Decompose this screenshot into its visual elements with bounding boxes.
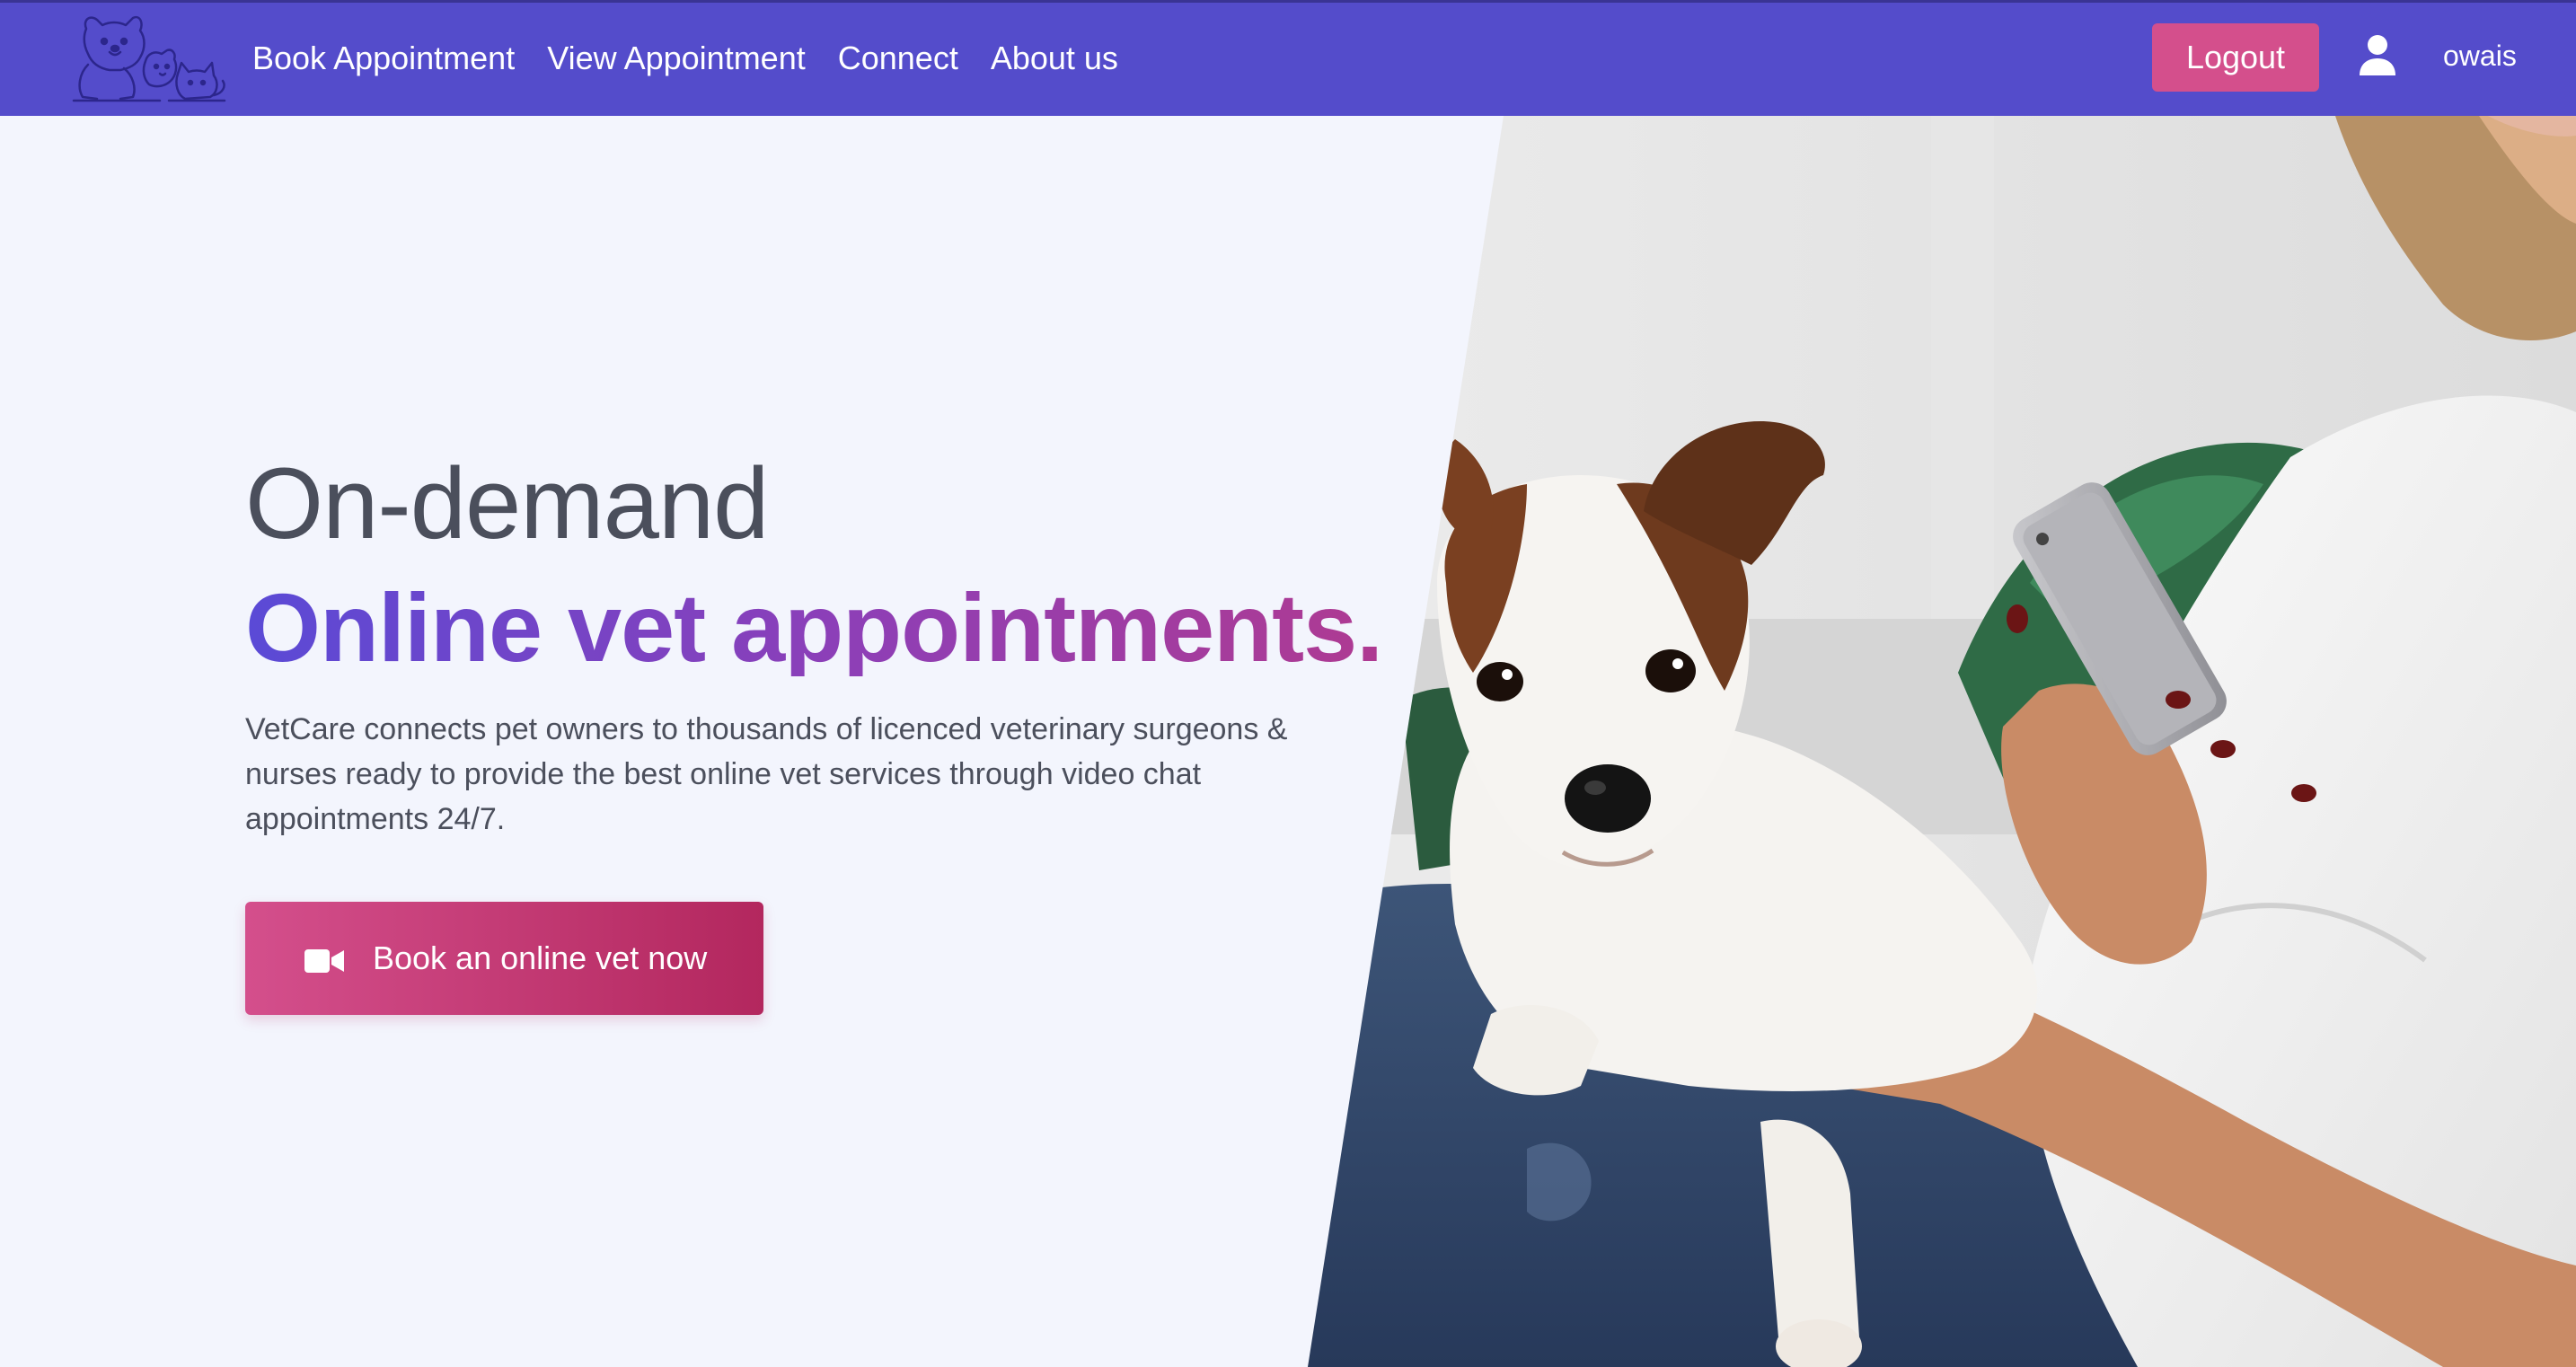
nav-about-us[interactable]: About us bbox=[991, 40, 1118, 77]
hero-text-block: On-demand Online vet appointments. VetCa… bbox=[245, 454, 1413, 842]
main-nav: Book Appointment View Appointment Connec… bbox=[252, 0, 1118, 116]
nav-connect[interactable]: Connect bbox=[838, 40, 958, 77]
top-navbar: Book Appointment View Appointment Connec… bbox=[0, 0, 2576, 116]
user-icon[interactable] bbox=[2358, 34, 2397, 77]
hero-subheading: On-demand bbox=[245, 447, 769, 560]
logout-button[interactable]: Logout bbox=[2152, 23, 2319, 92]
nav-book-appointment[interactable]: Book Appointment bbox=[252, 40, 515, 77]
book-online-vet-label: Book an online vet now bbox=[373, 939, 708, 976]
username-label: owais bbox=[2443, 40, 2517, 72]
nav-view-appointment[interactable]: View Appointment bbox=[547, 40, 806, 77]
video-camera-icon bbox=[304, 945, 344, 973]
pets-logo-icon[interactable] bbox=[70, 11, 228, 108]
hero-description: VetCare connects pet owners to thousands… bbox=[245, 712, 1288, 836]
hero-heading: Online vet appointments. bbox=[245, 579, 1413, 676]
book-online-vet-button[interactable]: Book an online vet now bbox=[245, 902, 763, 1015]
